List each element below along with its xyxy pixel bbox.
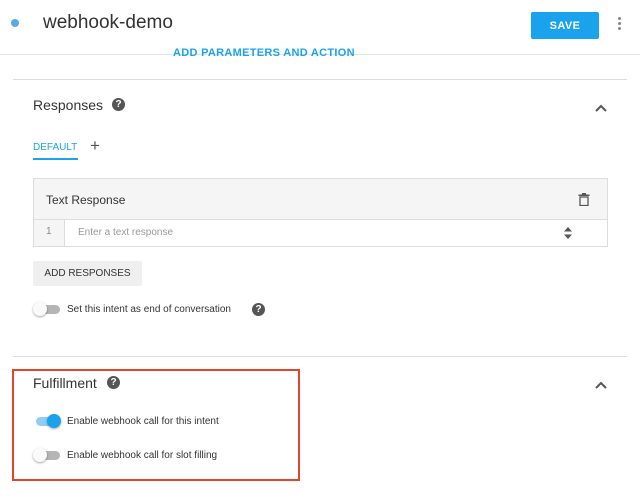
save-button[interactable]: SAVE: [531, 12, 599, 39]
responses-section-title: Responses: [33, 97, 104, 113]
kebab-menu-icon[interactable]: [615, 15, 623, 35]
add-parameters-link[interactable]: ADD PARAMETERS AND ACTION: [173, 47, 355, 59]
add-responses-button[interactable]: ADD RESPONSES: [33, 261, 142, 286]
tab-default[interactable]: DEFAULT: [33, 142, 77, 153]
responses-help-icon[interactable]: ?: [112, 98, 125, 111]
trash-icon[interactable]: [578, 193, 590, 206]
section-divider: [13, 79, 627, 80]
end-conversation-help-icon[interactable]: ?: [252, 303, 265, 316]
fulfillment-chevron-up-icon[interactable]: [594, 378, 608, 392]
fulfillment-highlight-box: [12, 369, 300, 481]
intent-title: webhook-demo: [43, 12, 173, 33]
agent-status-dot: [11, 19, 19, 27]
end-conversation-label: Set this intent as end of conversation: [67, 304, 231, 315]
active-tab-indicator: [33, 158, 78, 160]
section-divider: [13, 356, 627, 357]
add-tab-plus-icon[interactable]: +: [90, 136, 100, 156]
responses-chevron-up-icon[interactable]: [594, 101, 608, 115]
end-conversation-toggle[interactable]: [33, 302, 61, 316]
text-response-input[interactable]: [78, 222, 538, 242]
stepper-icon[interactable]: [563, 226, 573, 240]
row-number: 1: [46, 226, 52, 237]
card-title: Text Response: [46, 193, 126, 207]
